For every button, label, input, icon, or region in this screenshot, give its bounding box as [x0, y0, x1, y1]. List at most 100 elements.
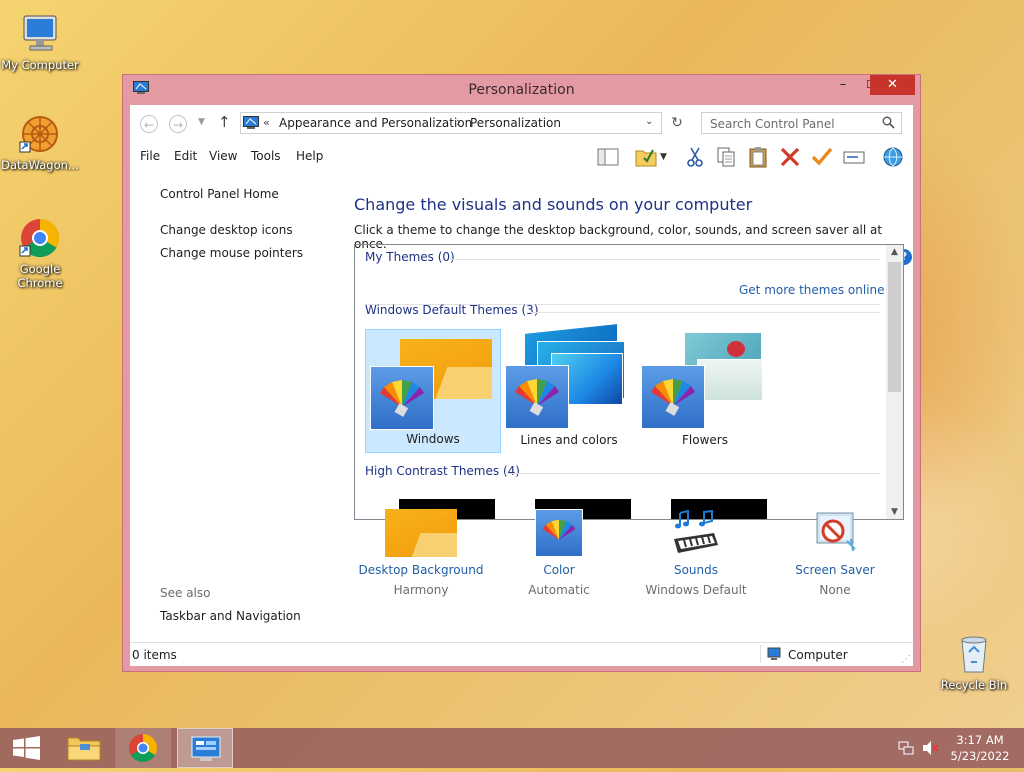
color-setting[interactable]: Color Automatic	[494, 509, 624, 597]
desktop-background-link[interactable]: Desktop Background	[356, 563, 486, 577]
menu-tools[interactable]: Tools	[251, 149, 281, 163]
high-contrast-themes-header[interactable]: High Contrast Themes (4)	[365, 464, 520, 478]
window-title: Personalization	[468, 82, 575, 98]
up-button[interactable]: ↑	[218, 113, 231, 131]
copy-icon[interactable]	[714, 146, 738, 168]
recent-locations-button[interactable]: ▼	[198, 117, 205, 127]
control-panel-home-link[interactable]: Control Panel Home	[160, 187, 279, 201]
change-mouse-pointers-link[interactable]: Change mouse pointers	[160, 246, 303, 260]
cut-icon[interactable]	[683, 146, 707, 168]
properties-check-icon[interactable]	[810, 146, 834, 168]
taskbar-control-panel[interactable]	[177, 728, 233, 768]
resize-grip-icon[interactable]: ⋰	[901, 654, 911, 665]
theme-label: Windows	[406, 432, 460, 446]
search-input[interactable]	[708, 114, 877, 134]
themes-scrollbar[interactable]: ▲ ▼	[886, 245, 903, 519]
desktop-icon-label: DataWagon...	[1, 158, 79, 172]
screen-saver-link[interactable]: Screen Saver	[770, 563, 900, 577]
screen-saver-setting[interactable]: Screen Saver None	[770, 509, 900, 597]
theme-lines-and-colors[interactable]: Lines and colors	[501, 324, 637, 453]
volume-muted-icon[interactable]	[922, 740, 940, 759]
rename-icon[interactable]	[842, 146, 866, 168]
menu-edit[interactable]: Edit	[174, 149, 197, 163]
divider	[527, 312, 880, 313]
paste-icon[interactable]	[746, 146, 770, 168]
refresh-icon[interactable]: ↻	[668, 114, 686, 132]
screen-saver-value: None	[819, 583, 851, 597]
color-value: Automatic	[528, 583, 590, 597]
menu-bar: File Edit View Tools Help ▼	[130, 143, 913, 171]
status-zone: Computer	[788, 648, 848, 662]
computer-icon	[767, 646, 783, 665]
folder-options-dropdown-icon[interactable]: ▼	[660, 146, 672, 168]
desktop-icon-datawagon[interactable]: DataWagon...	[0, 112, 80, 172]
system-clock[interactable]: 3:17 AM 5/23/2022	[950, 732, 1010, 764]
start-button[interactable]	[0, 728, 56, 768]
breadcrumb-personalization[interactable]: Personalization	[470, 116, 561, 130]
minimize-button[interactable]: –	[829, 75, 857, 95]
window-client: ← → ▼ ↑ « Appearance and Personalization…	[130, 105, 913, 666]
wallpaper-shape	[432, 367, 492, 399]
desktop-background-setting[interactable]: Desktop Background Harmony	[356, 509, 486, 597]
theme-label: Flowers	[682, 433, 728, 447]
computer-icon	[18, 12, 62, 56]
sounds-link[interactable]: Sounds	[631, 563, 761, 577]
change-desktop-icons-link[interactable]: Change desktop icons	[160, 223, 293, 237]
desktop-icon-recycle-bin[interactable]: Recycle Bin	[934, 632, 1014, 692]
themes-list[interactable]: My Themes (0) Get more themes online Win…	[354, 244, 904, 520]
search-icon[interactable]	[882, 116, 895, 132]
scroll-up-arrow-icon[interactable]: ▲	[886, 247, 903, 257]
breadcrumb-separator[interactable]: ›	[456, 115, 461, 129]
theme-flowers[interactable]: Flowers	[637, 329, 773, 453]
recycle-bin-icon	[952, 632, 996, 676]
title-bar[interactable]: Personalization – ☐ ✕	[123, 75, 920, 103]
taskbar-chrome[interactable]	[115, 728, 171, 768]
sounds-setting[interactable]: Sounds Windows Default	[631, 509, 761, 597]
breadcrumb-appearance[interactable]: Appearance and Personalization	[279, 116, 472, 130]
taskbar: 3:17 AM 5/23/2022	[0, 728, 1024, 768]
color-icon	[641, 365, 705, 429]
chrome-icon	[18, 216, 62, 260]
address-row: ← → ▼ ↑ « Appearance and Personalization…	[130, 105, 913, 141]
wallpaper-shape	[409, 533, 457, 557]
address-dropdown-icon[interactable]: ⌄	[645, 116, 653, 127]
globe-icon[interactable]	[881, 146, 905, 168]
layout-pane-icon[interactable]	[596, 146, 620, 168]
desktop-background-icon	[385, 509, 457, 557]
delete-icon[interactable]	[778, 146, 802, 168]
clock-time: 3:17 AM	[956, 733, 1004, 747]
my-themes-header[interactable]: My Themes (0)	[365, 250, 455, 264]
close-button[interactable]: ✕	[870, 75, 915, 95]
file-explorer-icon	[67, 737, 101, 761]
address-bar[interactable]: « Appearance and Personalization › Perso…	[240, 112, 662, 134]
desktop-icon-label: My Computer	[1, 58, 79, 72]
desktop-icon-label: Recycle Bin	[940, 678, 1008, 692]
theme-windows[interactable]: Windows	[365, 329, 501, 453]
taskbar-file-explorer[interactable]	[56, 728, 112, 768]
color-link[interactable]: Color	[494, 563, 624, 577]
clock-date: 5/23/2022	[950, 749, 1010, 763]
theme-label: Lines and colors	[520, 433, 618, 447]
desktop-icon-chrome[interactable]: Google Chrome	[0, 216, 80, 290]
windows-logo-icon	[13, 736, 40, 760]
folder-options-icon[interactable]	[634, 146, 658, 168]
desktop-icon-my-computer[interactable]: My Computer	[0, 12, 80, 72]
chrome-icon	[129, 734, 157, 762]
color-icon	[535, 509, 583, 557]
menu-file[interactable]: File	[140, 149, 160, 163]
menu-view[interactable]: View	[209, 149, 237, 163]
see-also-label: See also	[160, 586, 211, 600]
search-box[interactable]	[701, 112, 902, 134]
scroll-thumb[interactable]	[888, 262, 901, 392]
default-themes-header[interactable]: Windows Default Themes (3)	[365, 303, 539, 317]
status-items-count: 0 items	[132, 648, 177, 662]
menu-help[interactable]: Help	[296, 149, 323, 163]
forward-button[interactable]: →	[169, 115, 187, 133]
taskbar-and-navigation-link[interactable]: Taskbar and Navigation	[160, 609, 301, 623]
back-button[interactable]: ←	[140, 115, 158, 133]
flower-shape	[727, 341, 745, 357]
get-more-themes-link[interactable]: Get more themes online	[739, 283, 885, 297]
network-icon[interactable]	[898, 740, 914, 759]
page-heading: Change the visuals and sounds on your co…	[354, 195, 753, 214]
breadcrumb-overflow[interactable]: «	[263, 116, 270, 129]
